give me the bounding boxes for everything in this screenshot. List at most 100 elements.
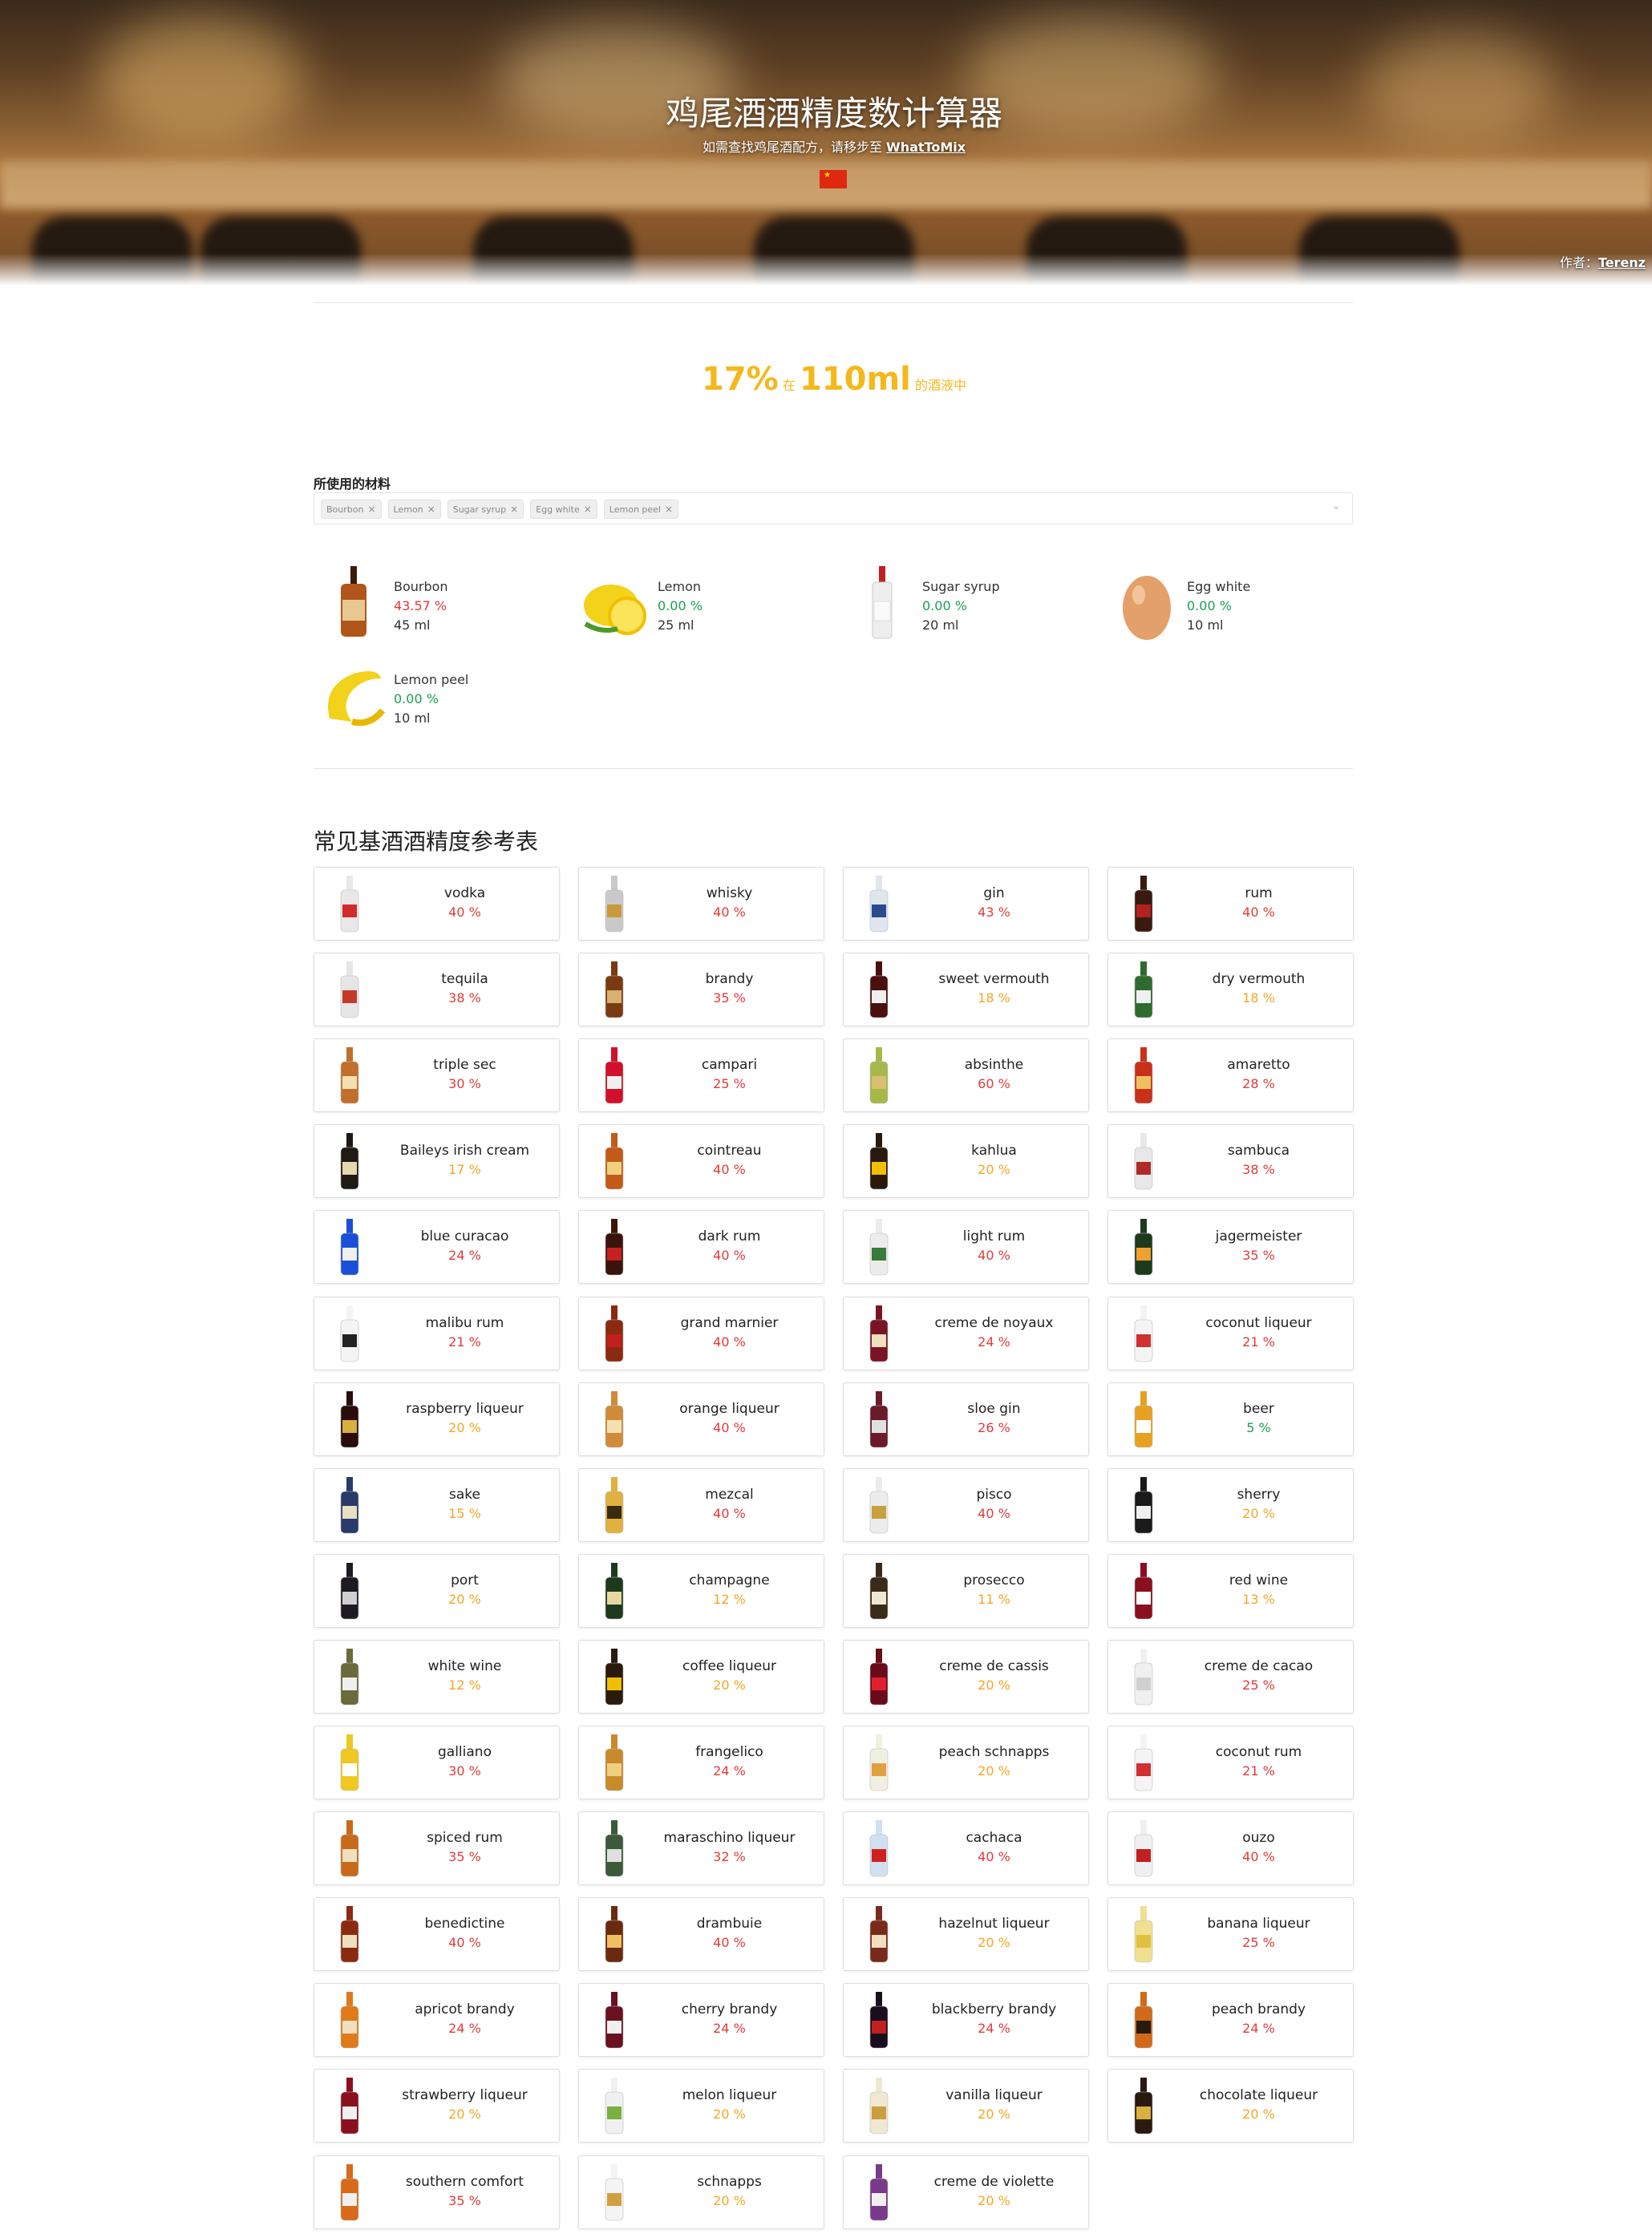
selected-tag[interactable]: Egg white × — [530, 500, 597, 519]
spirit-card[interactable]: grand marnier 40 % — [578, 1297, 824, 1370]
spirit-card[interactable]: white wine 12 % — [314, 1640, 560, 1714]
spirit-card[interactable]: vanilla liqueur 20 % — [843, 2069, 1089, 2143]
spirit-card[interactable]: coffee liqueur 20 % — [578, 1640, 824, 1714]
spirit-card[interactable]: strawberry liqueur 20 % — [314, 2069, 560, 2143]
spirit-name: creme de violette — [933, 2174, 1055, 2190]
spirit-card[interactable]: vodka 40 % — [314, 867, 560, 941]
remove-tag-icon[interactable]: × — [427, 504, 435, 515]
spirit-card[interactable]: creme de violette 20 % — [843, 2155, 1089, 2229]
author-link[interactable]: Terenz — [1598, 255, 1646, 270]
spirit-name: jagermeister — [1215, 1228, 1302, 1244]
spirit-card[interactable]: frangelico 24 % — [578, 1726, 824, 1799]
spirit-card[interactable]: creme de cacao 25 % — [1107, 1640, 1354, 1714]
spirit-card[interactable]: rum 40 % — [1107, 867, 1354, 941]
spirit-card[interactable]: mezcal 40 % — [578, 1468, 824, 1542]
spirit-card[interactable]: peach schnapps 20 % — [843, 1726, 1089, 1799]
spirit-card[interactable]: sloe gin 26 % — [843, 1382, 1089, 1456]
spirit-card[interactable]: orange liqueur 40 % — [578, 1382, 824, 1456]
bottle-icon — [340, 1906, 359, 1963]
spirit-card[interactable]: port 20 % — [314, 1554, 560, 1628]
spirit-card[interactable]: amaretto 28 % — [1107, 1038, 1354, 1112]
spirit-card[interactable]: red wine 13 % — [1107, 1554, 1354, 1628]
spirit-card[interactable]: Baileys irish cream 17 % — [314, 1124, 560, 1198]
ingredient-name: Egg white — [1187, 579, 1251, 594]
china-flag-icon[interactable]: ★ — [820, 170, 847, 188]
spirit-card[interactable]: absinthe 60 % — [843, 1038, 1089, 1112]
spirit-card[interactable]: sambuca 38 % — [1107, 1124, 1354, 1198]
bottle-icon — [340, 1734, 359, 1791]
spirit-card[interactable]: beer 5 % — [1107, 1382, 1354, 1456]
spirit-card[interactable]: blackberry brandy 24 % — [843, 1983, 1089, 2057]
spirit-card[interactable]: cachaca 40 % — [843, 1811, 1089, 1885]
spirit-abv: 24 % — [978, 1334, 1010, 1350]
whattomix-link[interactable]: WhatToMix — [886, 140, 966, 155]
spirit-card[interactable]: kahlua 20 % — [843, 1124, 1089, 1198]
spirit-card[interactable]: chocolate liqueur 20 % — [1107, 2069, 1354, 2143]
spirit-card[interactable]: jagermeister 35 % — [1107, 1210, 1354, 1284]
spirit-card[interactable]: coconut liqueur 21 % — [1107, 1297, 1354, 1370]
spirit-name: blue curacao — [420, 1228, 509, 1244]
bottle-icon — [340, 1305, 359, 1362]
spirit-card[interactable]: malibu rum 21 % — [314, 1297, 560, 1370]
spirit-abv: 20 % — [713, 2193, 746, 2208]
spirit-card[interactable]: blue curacao 24 % — [314, 1210, 560, 1284]
spirit-name: brandy — [705, 971, 754, 987]
bottle-icon — [605, 876, 624, 933]
spirit-card[interactable]: schnapps 20 % — [578, 2155, 824, 2229]
spirit-card[interactable]: dry vermouth 18 % — [1107, 953, 1354, 1026]
spirit-card[interactable]: cherry brandy 24 % — [578, 1983, 824, 2057]
spirit-card[interactable]: benedictine 40 % — [314, 1897, 560, 1971]
spirit-card[interactable]: cointreau 40 % — [578, 1124, 824, 1198]
spirit-card[interactable]: campari 25 % — [578, 1038, 824, 1112]
spirit-card[interactable]: coconut rum 21 % — [1107, 1726, 1354, 1799]
spirit-card[interactable]: pisco 40 % — [843, 1468, 1089, 1542]
spirit-card[interactable]: sake 15 % — [314, 1468, 560, 1542]
spirit-abv: 18 % — [1242, 990, 1275, 1006]
spirit-card[interactable]: tequila 38 % — [314, 953, 560, 1026]
ingredient-multiselect[interactable]: Bourbon × Lemon × Sugar syrup × Egg white × Lemo… — [314, 492, 1353, 524]
remove-tag-icon[interactable]: × — [665, 504, 673, 515]
bottle-icon — [869, 1563, 889, 1620]
spirit-card[interactable]: whisky 40 % — [578, 867, 824, 941]
spirit-card[interactable]: apricot brandy 24 % — [314, 1983, 560, 2057]
spirit-card[interactable]: peach brandy 24 % — [1107, 1983, 1354, 2057]
spirit-card[interactable]: maraschino liqueur 32 % — [578, 1811, 824, 1885]
spirit-card[interactable]: ouzo 40 % — [1107, 1811, 1354, 1885]
remove-tag-icon[interactable]: × — [584, 504, 592, 515]
spirit-card[interactable]: drambuie 40 % — [578, 1897, 824, 1971]
bottle-icon — [869, 1477, 889, 1534]
chevron-down-icon[interactable]: ⌄ — [1331, 500, 1341, 512]
spirit-card[interactable]: raspberry liqueur 20 % — [314, 1382, 560, 1456]
spirit-card[interactable]: galliano 30 % — [314, 1726, 560, 1799]
spirit-card[interactable]: dark rum 40 % — [578, 1210, 824, 1284]
spirit-name: sloe gin — [967, 1401, 1021, 1417]
spirit-card[interactable]: creme de noyaux 24 % — [843, 1297, 1089, 1370]
ingredient-abv: 0.00 % — [1187, 598, 1232, 613]
bottle-icon — [869, 1391, 889, 1448]
spirit-abv: 20 % — [713, 1678, 746, 1693]
selected-tag[interactable]: Lemon × — [387, 500, 441, 519]
spirit-card[interactable]: light rum 40 % — [843, 1210, 1089, 1284]
spirit-card[interactable]: banana liqueur 25 % — [1107, 1897, 1354, 1971]
author-label: 作者： — [1559, 255, 1598, 270]
spirit-abv: 20 % — [978, 1678, 1010, 1693]
remove-tag-icon[interactable]: × — [510, 504, 518, 515]
spirit-card[interactable]: brandy 35 % — [578, 953, 824, 1026]
remove-tag-icon[interactable]: × — [367, 504, 375, 515]
tag-label: Lemon peel — [609, 504, 661, 515]
spirit-card[interactable]: sherry 20 % — [1107, 1468, 1354, 1542]
spirit-card[interactable]: sweet vermouth 18 % — [843, 953, 1089, 1026]
spirit-card[interactable]: spiced rum 35 % — [314, 1811, 560, 1885]
spirit-card[interactable]: southern comfort 35 % — [314, 2155, 560, 2229]
spirit-card[interactable]: champagne 12 % — [578, 1554, 824, 1628]
selected-tag[interactable]: Lemon peel × — [603, 500, 679, 519]
spirit-card[interactable]: creme de cassis 20 % — [843, 1640, 1089, 1714]
spirit-card[interactable]: triple sec 30 % — [314, 1038, 560, 1112]
selected-tag[interactable]: Sugar syrup × — [447, 500, 524, 519]
spirit-card[interactable]: melon liqueur 20 % — [578, 2069, 824, 2143]
spirit-card[interactable]: hazelnut liqueur 20 % — [843, 1897, 1089, 1971]
spirit-name: banana liqueur — [1207, 1916, 1310, 1932]
selected-tag[interactable]: Bourbon × — [321, 500, 382, 519]
spirit-card[interactable]: gin 43 % — [843, 867, 1089, 941]
spirit-card[interactable]: prosecco 11 % — [843, 1554, 1089, 1628]
